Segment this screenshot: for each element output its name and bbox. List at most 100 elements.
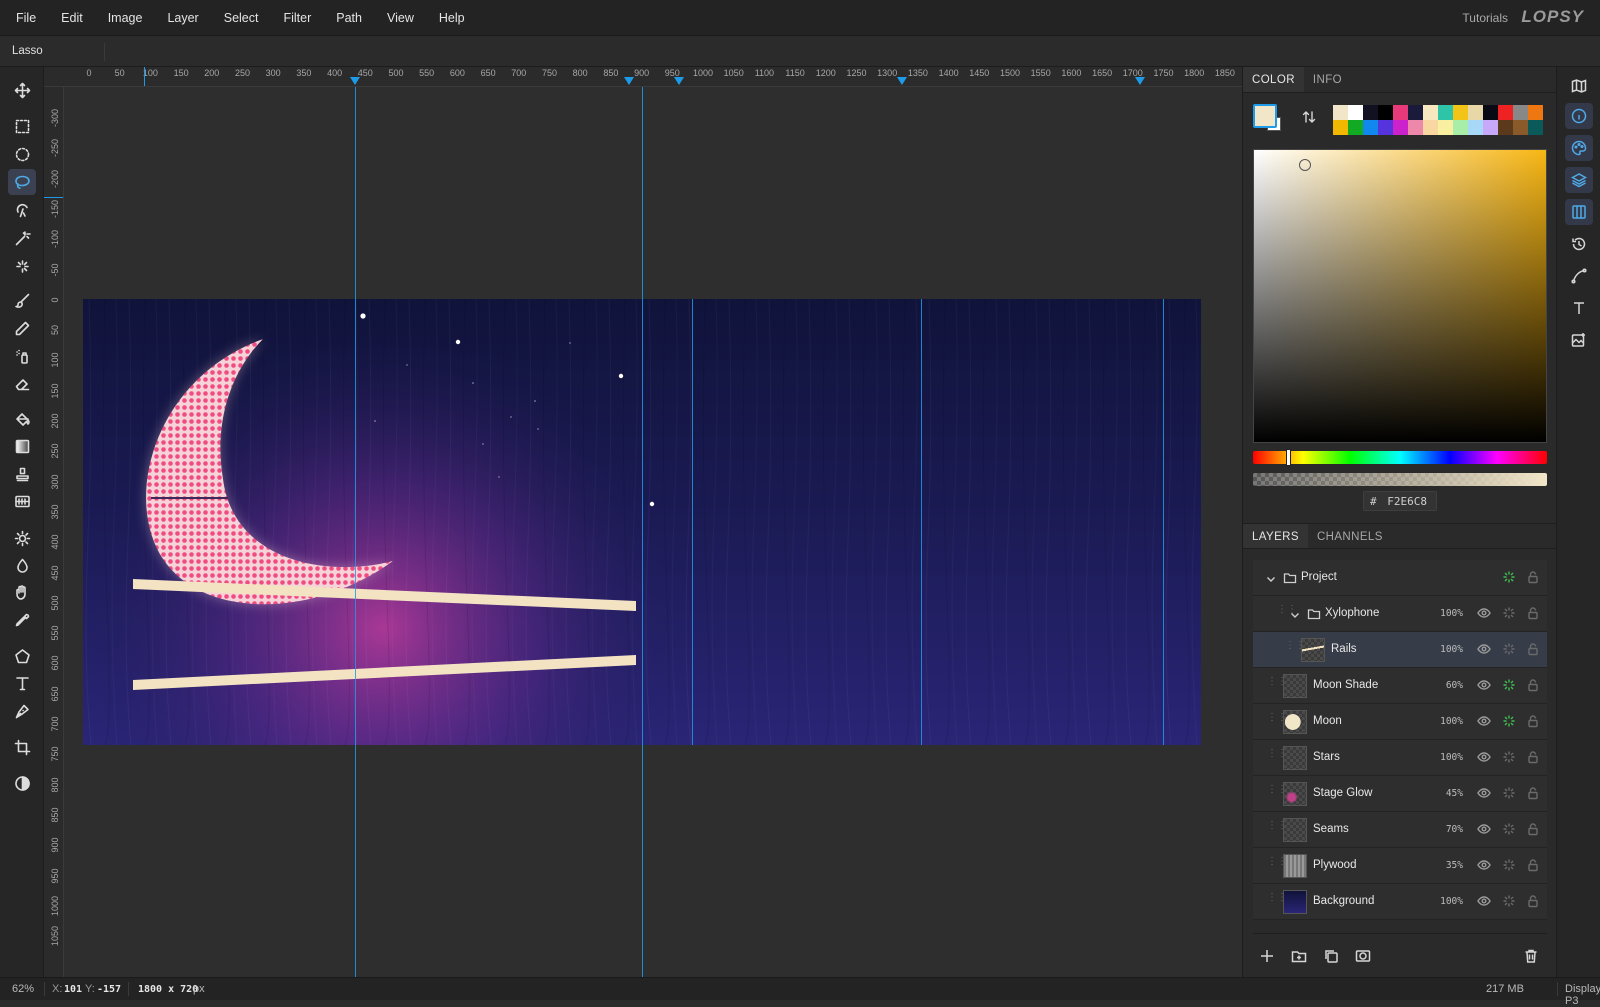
effects-icon[interactable]: [1502, 894, 1516, 908]
guide-line[interactable]: [355, 87, 356, 977]
text-tool-icon[interactable]: [8, 670, 36, 696]
layer-opacity[interactable]: 100%: [1440, 644, 1463, 655]
menu-file[interactable]: File: [0, 11, 49, 25]
zoom-level[interactable]: 62%: [12, 983, 34, 995]
menu-path[interactable]: Path: [324, 11, 375, 25]
canvas-area[interactable]: [64, 87, 1242, 977]
palette-swatch[interactable]: [1408, 105, 1423, 120]
layer-row[interactable]: ⋮⋮ Moon Shade 60%: [1253, 668, 1547, 704]
picker-cursor[interactable]: [1299, 159, 1311, 171]
ruler-vertical[interactable]: -300 -250 -200 -150 -100 -50 0 50 100 150 200 250 30…: [44, 87, 64, 977]
effects-icon[interactable]: [1502, 714, 1516, 728]
eraser-icon[interactable]: [8, 370, 36, 396]
drag-handle-icon[interactable]: ⋮⋮: [1277, 605, 1297, 620]
alpha-slider[interactable]: [1253, 473, 1547, 486]
visibility-eye-icon[interactable]: [1477, 858, 1491, 872]
palette-swatch[interactable]: [1483, 105, 1498, 120]
effects-icon[interactable]: [1502, 642, 1516, 656]
stamp-icon[interactable]: [8, 461, 36, 487]
guide-marker[interactable]: [897, 77, 907, 85]
image-adjust-icon[interactable]: [1565, 327, 1593, 353]
lock-icon[interactable]: [1526, 678, 1540, 692]
quick-select-icon[interactable]: [8, 253, 36, 279]
palette-swatch[interactable]: [1348, 120, 1363, 135]
effects-icon[interactable]: [1502, 822, 1516, 836]
palette-swatch[interactable]: [1468, 120, 1483, 135]
drag-handle-icon[interactable]: ⋮⋮: [1267, 749, 1287, 764]
palette-swatch[interactable]: [1378, 120, 1393, 135]
palette-icon[interactable]: [1565, 135, 1593, 161]
layer-opacity[interactable]: 100%: [1440, 896, 1463, 907]
effects-icon[interactable]: [1502, 678, 1516, 692]
gradient-icon[interactable]: [8, 433, 36, 459]
new-group-icon[interactable]: [1291, 948, 1307, 964]
palette-swatch[interactable]: [1513, 105, 1528, 120]
duplicate-layer-icon[interactable]: [1323, 948, 1339, 964]
ellipse-select-icon[interactable]: [8, 141, 36, 167]
drag-handle-icon[interactable]: ⋮⋮: [1285, 641, 1305, 656]
layers-icon[interactable]: [1565, 167, 1593, 193]
menu-help[interactable]: Help: [427, 11, 478, 25]
palette-swatch[interactable]: [1513, 120, 1528, 135]
tab-layers[interactable]: LAYERS: [1243, 524, 1308, 548]
visibility-eye-icon[interactable]: [1477, 714, 1491, 728]
layer-row[interactable]: ⋮⋮ Moon 100%: [1253, 704, 1547, 740]
layer-opacity[interactable]: 100%: [1440, 752, 1463, 763]
guide-marker[interactable]: [350, 77, 360, 85]
eyedropper-icon[interactable]: [8, 607, 36, 633]
palette-swatch[interactable]: [1363, 120, 1378, 135]
palette-swatch[interactable]: [1438, 105, 1453, 120]
effects-icon[interactable]: [1502, 858, 1516, 872]
smudge-icon[interactable]: [8, 579, 36, 605]
color-profile[interactable]: Display P3: [1565, 983, 1600, 1007]
layer-row[interactable]: ⋮⋮ Rails 100%: [1253, 632, 1547, 668]
layer-row[interactable]: ⋮⋮ Plywood 35%: [1253, 848, 1547, 884]
drag-handle-icon[interactable]: ⋮⋮: [1267, 713, 1287, 728]
palette-swatch[interactable]: [1528, 105, 1543, 120]
menu-edit[interactable]: Edit: [49, 11, 96, 25]
visibility-eye-icon[interactable]: [1477, 822, 1491, 836]
tutorials-link[interactable]: Tutorials: [1462, 11, 1508, 25]
delete-layer-icon[interactable]: [1523, 948, 1539, 964]
guide-line[interactable]: [921, 299, 922, 745]
effects-icon[interactable]: [1502, 606, 1516, 620]
tab-channels[interactable]: CHANNELS: [1308, 524, 1392, 548]
effects-icon[interactable]: [1502, 570, 1516, 584]
ruler-horizontal[interactable]: 0 50 100 150 200 250 300 350 400 450 500 550 600 650 7…: [44, 67, 1242, 87]
brush-icon[interactable]: [8, 287, 36, 313]
character-icon[interactable]: [1565, 295, 1593, 321]
foreground-color-swatch[interactable]: [1253, 104, 1277, 128]
menu-filter[interactable]: Filter: [271, 11, 324, 25]
saturation-value-picker[interactable]: [1253, 149, 1547, 443]
lock-icon[interactable]: [1526, 570, 1540, 584]
hue-handle[interactable]: [1286, 449, 1291, 466]
layer-opacity[interactable]: 45%: [1446, 788, 1463, 799]
move-tool-icon[interactable]: [8, 77, 36, 103]
guide-marker[interactable]: [1135, 77, 1145, 85]
crop-icon[interactable]: [8, 734, 36, 760]
palette-swatch[interactable]: [1333, 105, 1348, 120]
lock-icon[interactable]: [1526, 606, 1540, 620]
menu-view[interactable]: View: [375, 11, 427, 25]
pattern-icon[interactable]: [8, 488, 36, 514]
drag-handle-icon[interactable]: ⋮⋮: [1267, 785, 1287, 800]
visibility-eye-icon[interactable]: [1477, 642, 1491, 656]
palette-swatch[interactable]: [1528, 120, 1543, 135]
layer-row[interactable]: ⋮⋮ Background 100%: [1253, 884, 1547, 920]
palette-swatch[interactable]: [1363, 105, 1378, 120]
visibility-eye-icon[interactable]: [1477, 750, 1491, 764]
palette-swatch[interactable]: [1498, 120, 1513, 135]
chevron-down-icon[interactable]: [1265, 572, 1277, 590]
palette-swatch[interactable]: [1378, 105, 1393, 120]
palette-swatch[interactable]: [1348, 105, 1363, 120]
rect-select-icon[interactable]: [8, 113, 36, 139]
layer-opacity[interactable]: 100%: [1440, 716, 1463, 727]
menu-select[interactable]: Select: [212, 11, 272, 25]
menu-layer[interactable]: Layer: [155, 11, 211, 25]
palette-swatch[interactable]: [1408, 120, 1423, 135]
lasso-icon[interactable]: [8, 169, 36, 195]
layer-row[interactable]: Project: [1253, 560, 1547, 596]
pencil-icon[interactable]: [8, 315, 36, 341]
palette-swatch[interactable]: [1438, 120, 1453, 135]
layer-opacity[interactable]: 35%: [1446, 860, 1463, 871]
